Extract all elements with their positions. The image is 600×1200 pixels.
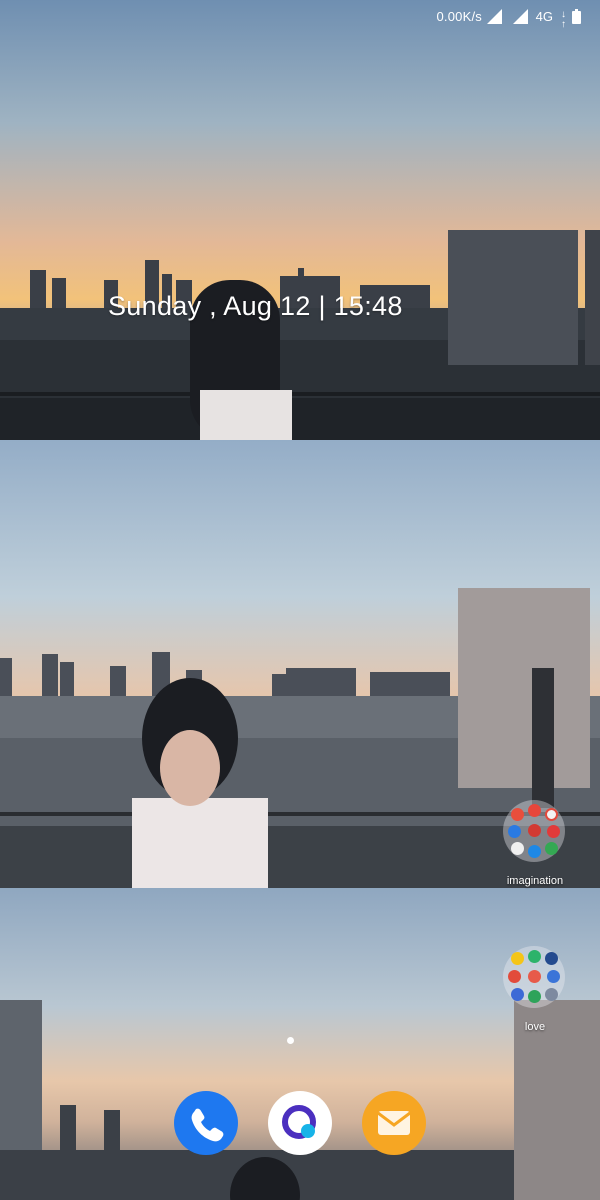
app-icon xyxy=(508,825,521,838)
wallpaper-top xyxy=(0,0,600,440)
message-icon xyxy=(377,1111,411,1135)
folder-imagination[interactable] xyxy=(503,800,565,862)
app-icon xyxy=(545,842,558,855)
app-icon xyxy=(528,845,541,858)
app-icon xyxy=(545,952,558,965)
date-time-display: Sunday , Aug 12 | 15:48 xyxy=(108,291,403,321)
app-icon xyxy=(508,970,521,983)
app-icon xyxy=(528,970,541,983)
signal-icon xyxy=(487,9,502,24)
messages-app-button[interactable] xyxy=(362,1091,426,1155)
network-type: 4G xyxy=(535,9,553,24)
app-icon xyxy=(528,804,541,817)
page-indicator xyxy=(287,1037,294,1044)
app-icon xyxy=(511,988,524,1001)
app-icon xyxy=(547,970,560,983)
app-icon xyxy=(528,824,541,837)
app-icon xyxy=(545,988,558,1001)
phone-icon xyxy=(191,1108,224,1142)
data-arrows-icon: ↓ ↑ xyxy=(561,9,566,30)
app-icon xyxy=(547,825,560,838)
app-icon xyxy=(545,808,558,821)
folder-love[interactable] xyxy=(503,946,565,1008)
browser-icon xyxy=(282,1105,316,1139)
city-skyline-top xyxy=(0,230,600,440)
app-icon xyxy=(511,808,524,821)
phone-app-button[interactable] xyxy=(174,1091,238,1155)
battery-icon xyxy=(572,9,581,24)
folder-label: imagination xyxy=(506,875,564,887)
app-icon xyxy=(528,990,541,1003)
folder-label: love xyxy=(524,1021,546,1033)
app-icon xyxy=(528,950,541,963)
signal-icon xyxy=(513,9,528,24)
network-speed: 0.00K/s xyxy=(436,9,482,24)
browser-app-button[interactable] xyxy=(268,1091,332,1155)
status-bar: 0.00K/s 4G ↓ ↑ xyxy=(0,0,600,34)
app-icon xyxy=(511,842,524,855)
app-icon xyxy=(511,952,524,965)
